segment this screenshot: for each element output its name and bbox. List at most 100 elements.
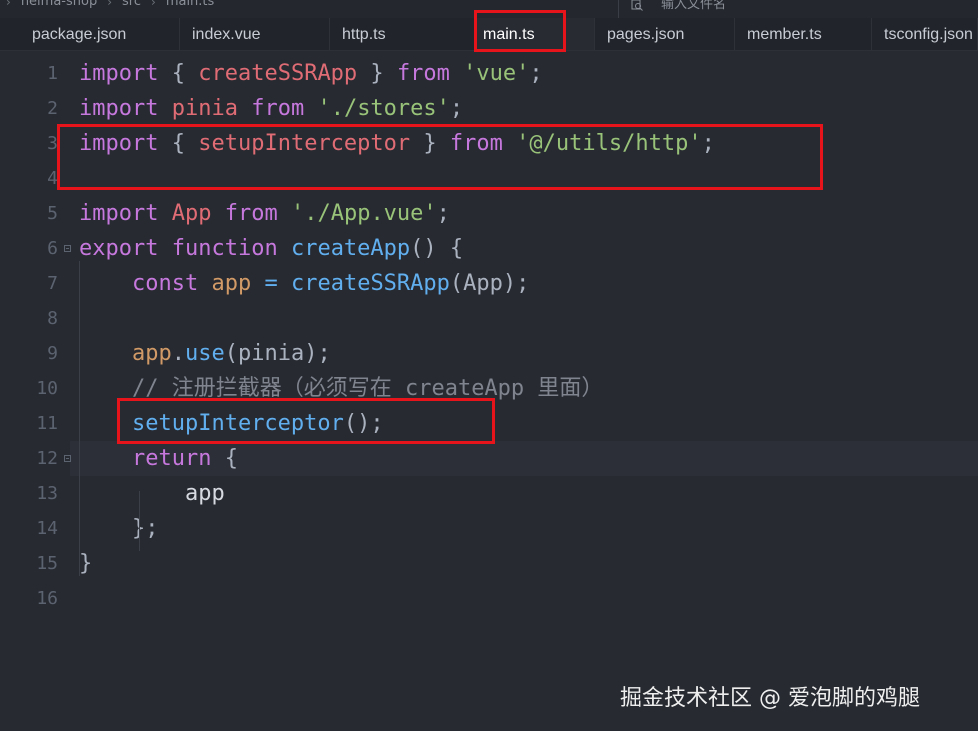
code-line[interactable]: const app = createSSRApp(App); — [79, 266, 529, 301]
chevron-right-icon: › — [6, 0, 11, 9]
chevron-right-icon: › — [107, 0, 113, 9]
code-token: } — [79, 551, 93, 576]
code-token: return — [131, 446, 212, 471]
line-number: 11 — [36, 413, 58, 434]
line-number: 5 — [47, 203, 58, 224]
code-token: app — [131, 341, 172, 366]
code-token: { — [158, 61, 199, 86]
tab-index-vue[interactable]: index.vue — [180, 18, 330, 50]
line-number: 15 — [36, 553, 58, 574]
code-token: export — [79, 236, 159, 261]
code-token: }; — [79, 516, 159, 541]
code-token: pinia — [171, 96, 238, 121]
code-token: from — [251, 96, 305, 121]
code-token: 'vue' — [463, 61, 530, 86]
code-token: import — [79, 61, 159, 86]
tab-http-ts[interactable]: http.ts — [330, 18, 475, 50]
line-number: 14 — [36, 518, 58, 539]
code-token: createSSRApp — [290, 271, 450, 296]
code-line[interactable]: export function createApp() { — [79, 231, 463, 266]
line-number: 12 — [36, 448, 58, 469]
code-token: import — [79, 96, 159, 121]
code-token: ; — [449, 96, 464, 121]
code-token: function — [171, 236, 278, 261]
code-token: createSSRApp — [198, 61, 358, 86]
breadcrumb-item-file[interactable]: main.ts — [166, 0, 214, 9]
code-token: ; — [529, 61, 543, 86]
code-line[interactable]: }; — [79, 511, 159, 546]
line-number: 13 — [36, 483, 58, 504]
code-token: './App.vue' — [290, 201, 437, 226]
code-token: App — [171, 201, 212, 226]
line-number: 2 — [47, 98, 58, 119]
search-file-icon — [631, 0, 643, 11]
line-number: 4 — [47, 168, 58, 189]
annotation-box-import-line — [57, 124, 823, 190]
code-token: from — [396, 61, 450, 86]
tab-pages-json[interactable]: pages.json — [595, 18, 735, 50]
code-token: createApp — [290, 236, 411, 261]
breadcrumb-item-project[interactable]: heima-shop — [21, 0, 97, 9]
code-token: './stores' — [317, 96, 450, 121]
breadcrumb-item-folder[interactable]: src — [122, 0, 141, 9]
line-number: 9 — [47, 343, 58, 364]
indent-guide — [79, 261, 80, 576]
line-number: 1 — [47, 63, 58, 84]
search-placeholder: 输入文件名 — [661, 0, 727, 12]
code-token: . — [171, 341, 185, 366]
code-line[interactable]: app.use(pinia); — [79, 336, 331, 371]
line-number: 7 — [47, 273, 58, 294]
code-token: (pinia); — [224, 341, 331, 366]
tab-package-json[interactable]: package.json — [20, 18, 180, 50]
code-token: ; — [436, 201, 450, 226]
code-token: app — [184, 481, 225, 506]
fold-toggle-icon[interactable] — [64, 245, 71, 252]
code-token: } — [357, 61, 397, 86]
code-token: (App); — [449, 271, 530, 296]
tab-member-ts[interactable]: member.ts — [735, 18, 872, 50]
code-line[interactable]: import { createSSRApp } from 'vue'; — [79, 56, 543, 91]
code-token: from — [224, 201, 278, 226]
code-token: { — [211, 446, 238, 471]
line-number: 8 — [47, 308, 58, 329]
code-token: const — [131, 271, 199, 296]
line-number: 3 — [47, 133, 58, 154]
code-line[interactable]: import App from './App.vue'; — [79, 196, 450, 231]
code-token: import — [79, 201, 159, 226]
code-line[interactable]: return { — [79, 441, 238, 476]
code-line[interactable]: app — [79, 476, 225, 511]
fold-toggle-icon[interactable] — [64, 455, 71, 462]
code-token: app — [211, 271, 252, 296]
breadcrumb: › heima-shop › src › main.ts — [6, 0, 214, 9]
watermark-text: 掘金技术社区 @ 爱泡脚的鸡腿 — [620, 686, 920, 711]
line-number: 10 — [36, 378, 58, 399]
code-line[interactable]: import pinia from './stores'; — [79, 91, 463, 126]
code-token: () { — [410, 236, 464, 261]
line-number: 6 — [47, 238, 58, 259]
indent-guide — [139, 491, 140, 551]
code-token: = — [264, 271, 278, 296]
annotation-box-main-tab — [474, 10, 566, 52]
file-search-input[interactable]: 输入文件名 — [618, 0, 978, 18]
code-token: use — [184, 341, 225, 366]
line-number: 16 — [36, 588, 58, 609]
code-line[interactable]: } — [79, 546, 92, 581]
tab-tsconfig-json[interactable]: tsconfig.json — [872, 18, 978, 50]
annotation-box-setup-call — [117, 398, 495, 444]
